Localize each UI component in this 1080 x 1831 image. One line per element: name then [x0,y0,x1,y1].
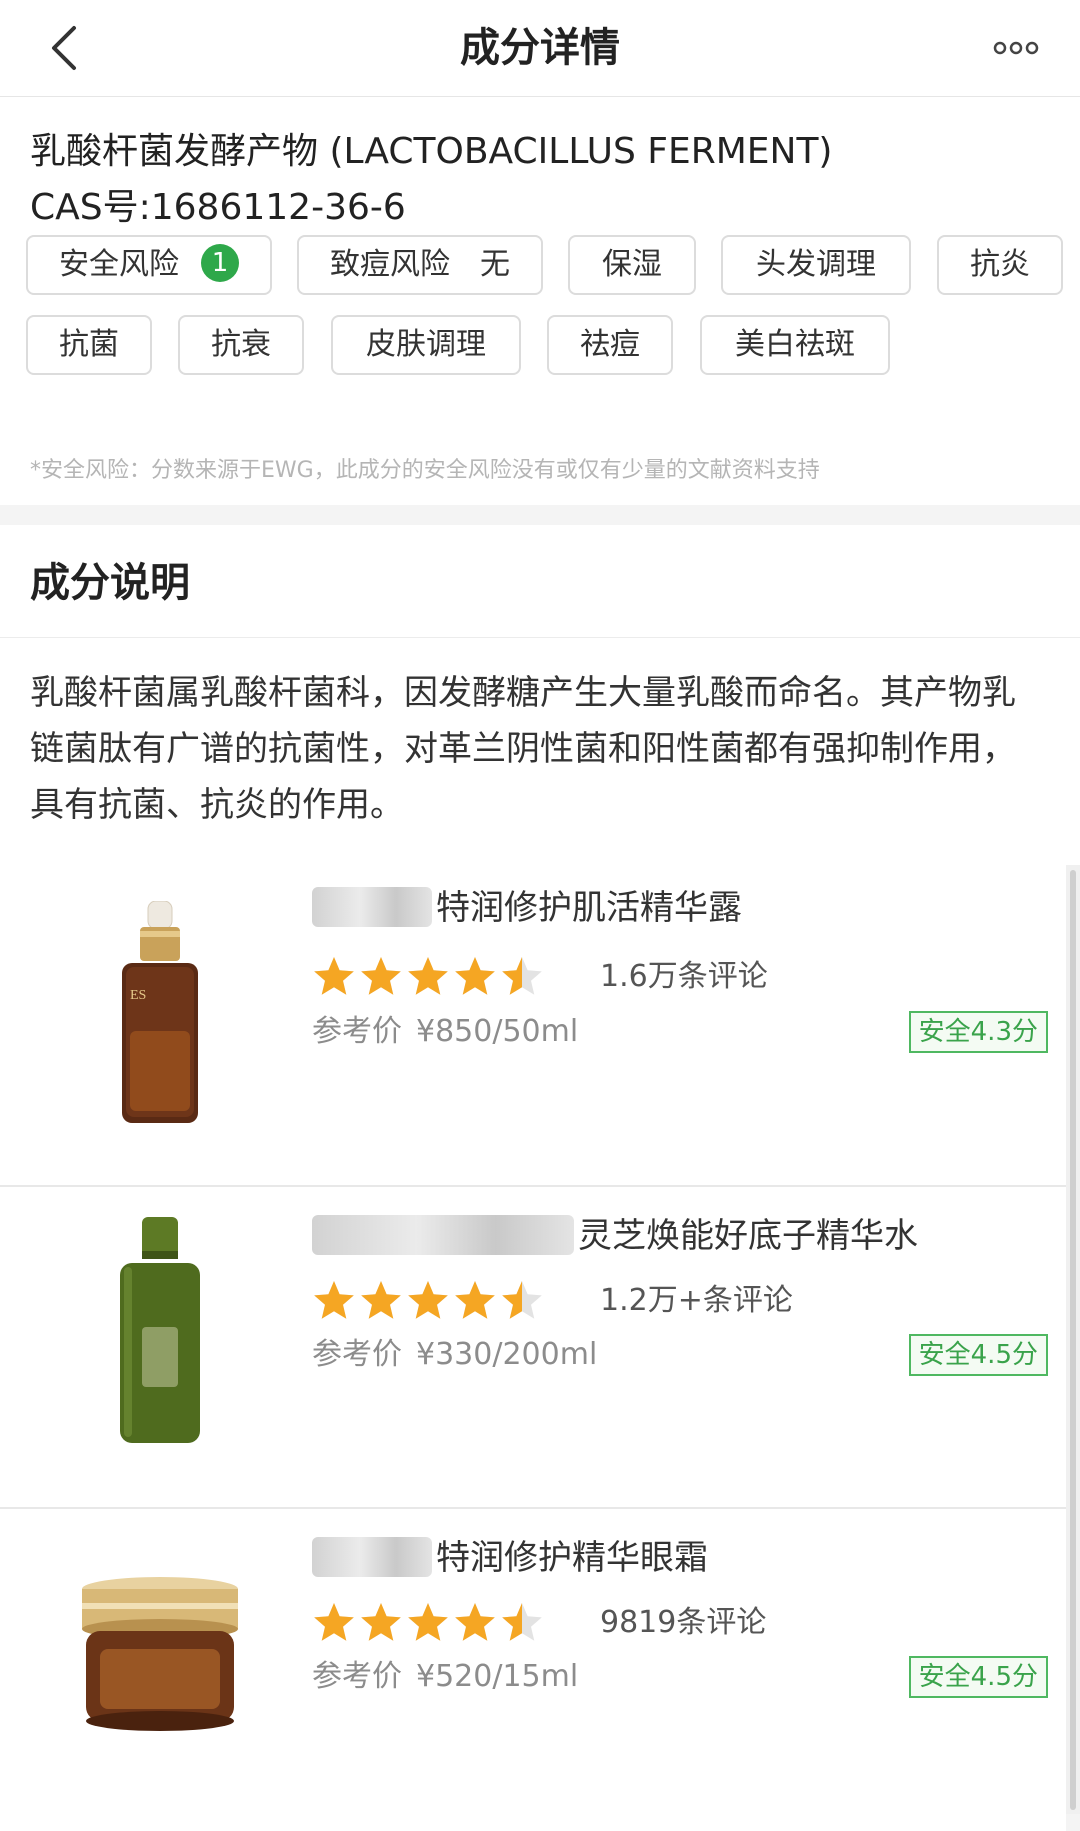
amber-serum-bottle-image: ES [122,901,198,1123]
star-icon [361,1281,401,1319]
safety-risk-badge: 1 [201,243,239,282]
tag-safety-risk[interactable]: 安全风险 1 [26,235,272,295]
price-label: 参考价 [312,1659,402,1694]
tag-skin-conditioning[interactable]: 皮肤调理 [331,315,521,375]
tag-label: 安全风险 [59,247,179,282]
star-icon [361,1603,401,1641]
star-icon [455,1281,495,1319]
blurred-brand [312,1536,432,1577]
star-icon [502,957,542,995]
star-icon [314,957,354,995]
product-name[interactable]: 灵芝焕能好底子精华水 [312,1213,918,1259]
tag-acne-risk[interactable]: 致痘风险无 [297,235,543,295]
star-icon [502,1281,542,1319]
tag-anti-inflammatory[interactable]: 抗炎 [937,235,1063,295]
section-heading: 成分说明 [30,560,190,606]
tag-whitening[interactable]: 美白祛斑 [700,315,890,375]
description-text: 乳酸杆菌属乳酸杆菌科，因发酵糖产生大量乳酸而命名。其产物乳链菌肽有广谱的抗菌性，… [30,673,1016,825]
reference-price: 参考价 ¥330/200ml [312,1333,597,1377]
review-count: 1.2万+条评论 [600,1283,793,1318]
tag-antibacterial[interactable]: 抗菌 [26,315,152,375]
star-icon [314,1281,354,1319]
safety-score-badge: 安全4.5分 [908,1334,1048,1376]
divider [0,637,1080,638]
tag-moisturizing[interactable]: 保湿 [568,235,696,295]
star-icon [361,957,401,995]
product-name[interactable]: 特润修护肌活精华露 [312,885,742,931]
safety-footnote: *安全风险：分数来源于EWG，此成分的安全风险没有或仅有少量的文献资料支持 [30,458,820,483]
eye-cream-jar-image [82,1577,238,1731]
product-item[interactable]: ES 特润修护肌活精华露 1.6万条评论 参考价 ¥850/50ml 安全4.3分 [0,865,1066,1187]
star-icon [314,1603,354,1641]
page-title: 成分详情 [460,25,620,71]
ingredient-description-card: 成分说明 乳酸杆菌属乳酸杆菌科，因发酵糖产生大量乳酸而命名。其产物乳链菌肽有广谱… [0,525,1080,865]
star-icon [408,1603,448,1641]
star-icon [408,957,448,995]
price-label: 参考价 [312,1337,402,1372]
review-count: 1.6万条评论 [600,959,768,994]
product-name-text: 灵芝焕能好底子精华水 [578,1216,918,1256]
more-options-icon[interactable] [986,26,1046,70]
product-item[interactable]: 灵芝焕能好底子精华水 1.2万+条评论 参考价 ¥330/200ml 安全4.5分 [0,1187,1066,1509]
reference-price: 参考价 ¥850/50ml [312,1010,578,1054]
cas-value: 1686112-36-6 [150,187,406,228]
blurred-brand [312,886,432,927]
ingredient-info-card: 乳酸杆菌发酵产物 (LACTOBACILLUS FERMENT) CAS号:16… [0,97,1080,505]
acne-risk-value: 无 [480,247,510,282]
price-value: ¥330/200ml [416,1337,598,1372]
price-value: ¥850/50ml [416,1014,579,1049]
price-label: 参考价 [312,1014,402,1049]
nav-bar: 成分详情 [0,0,1080,97]
tag-anti-aging[interactable]: 抗衰 [178,315,304,375]
tag-anti-acne[interactable]: 祛痘 [547,315,673,375]
blurred-brand [312,1214,574,1255]
scrollbar-thumb[interactable] [1070,870,1076,1810]
ingredient-name: 乳酸杆菌发酵产物 (LACTOBACILLUS FERMENT) [30,131,833,172]
tag-label: 致痘风险 [330,247,450,282]
star-icon [455,957,495,995]
reference-price: 参考价 ¥520/15ml [312,1655,578,1699]
green-toner-bottle-image [120,1217,200,1443]
product-name-text: 特润修护精华眼霜 [436,1538,708,1578]
safety-score-badge: 安全4.3分 [908,1011,1048,1053]
product-item[interactable]: 特润修护精华眼霜 9819条评论 参考价 ¥520/15ml 安全4.5分 [0,1509,1066,1831]
safety-score-badge: 安全4.5分 [908,1656,1048,1698]
star-icon [408,1281,448,1319]
price-value: ¥520/15ml [416,1659,579,1694]
product-name-text: 特润修护肌活精华露 [436,888,742,928]
svg-text:ES: ES [130,988,146,1003]
cas-label: CAS号: [30,187,151,228]
review-count: 9819条评论 [600,1605,767,1640]
star-icon [455,1603,495,1641]
cas-number: CAS号:1686112-36-6 [30,183,406,233]
product-name[interactable]: 特润修护精华眼霜 [312,1535,708,1581]
star-icon [502,1603,542,1641]
tag-hair-conditioning[interactable]: 头发调理 [721,235,911,295]
